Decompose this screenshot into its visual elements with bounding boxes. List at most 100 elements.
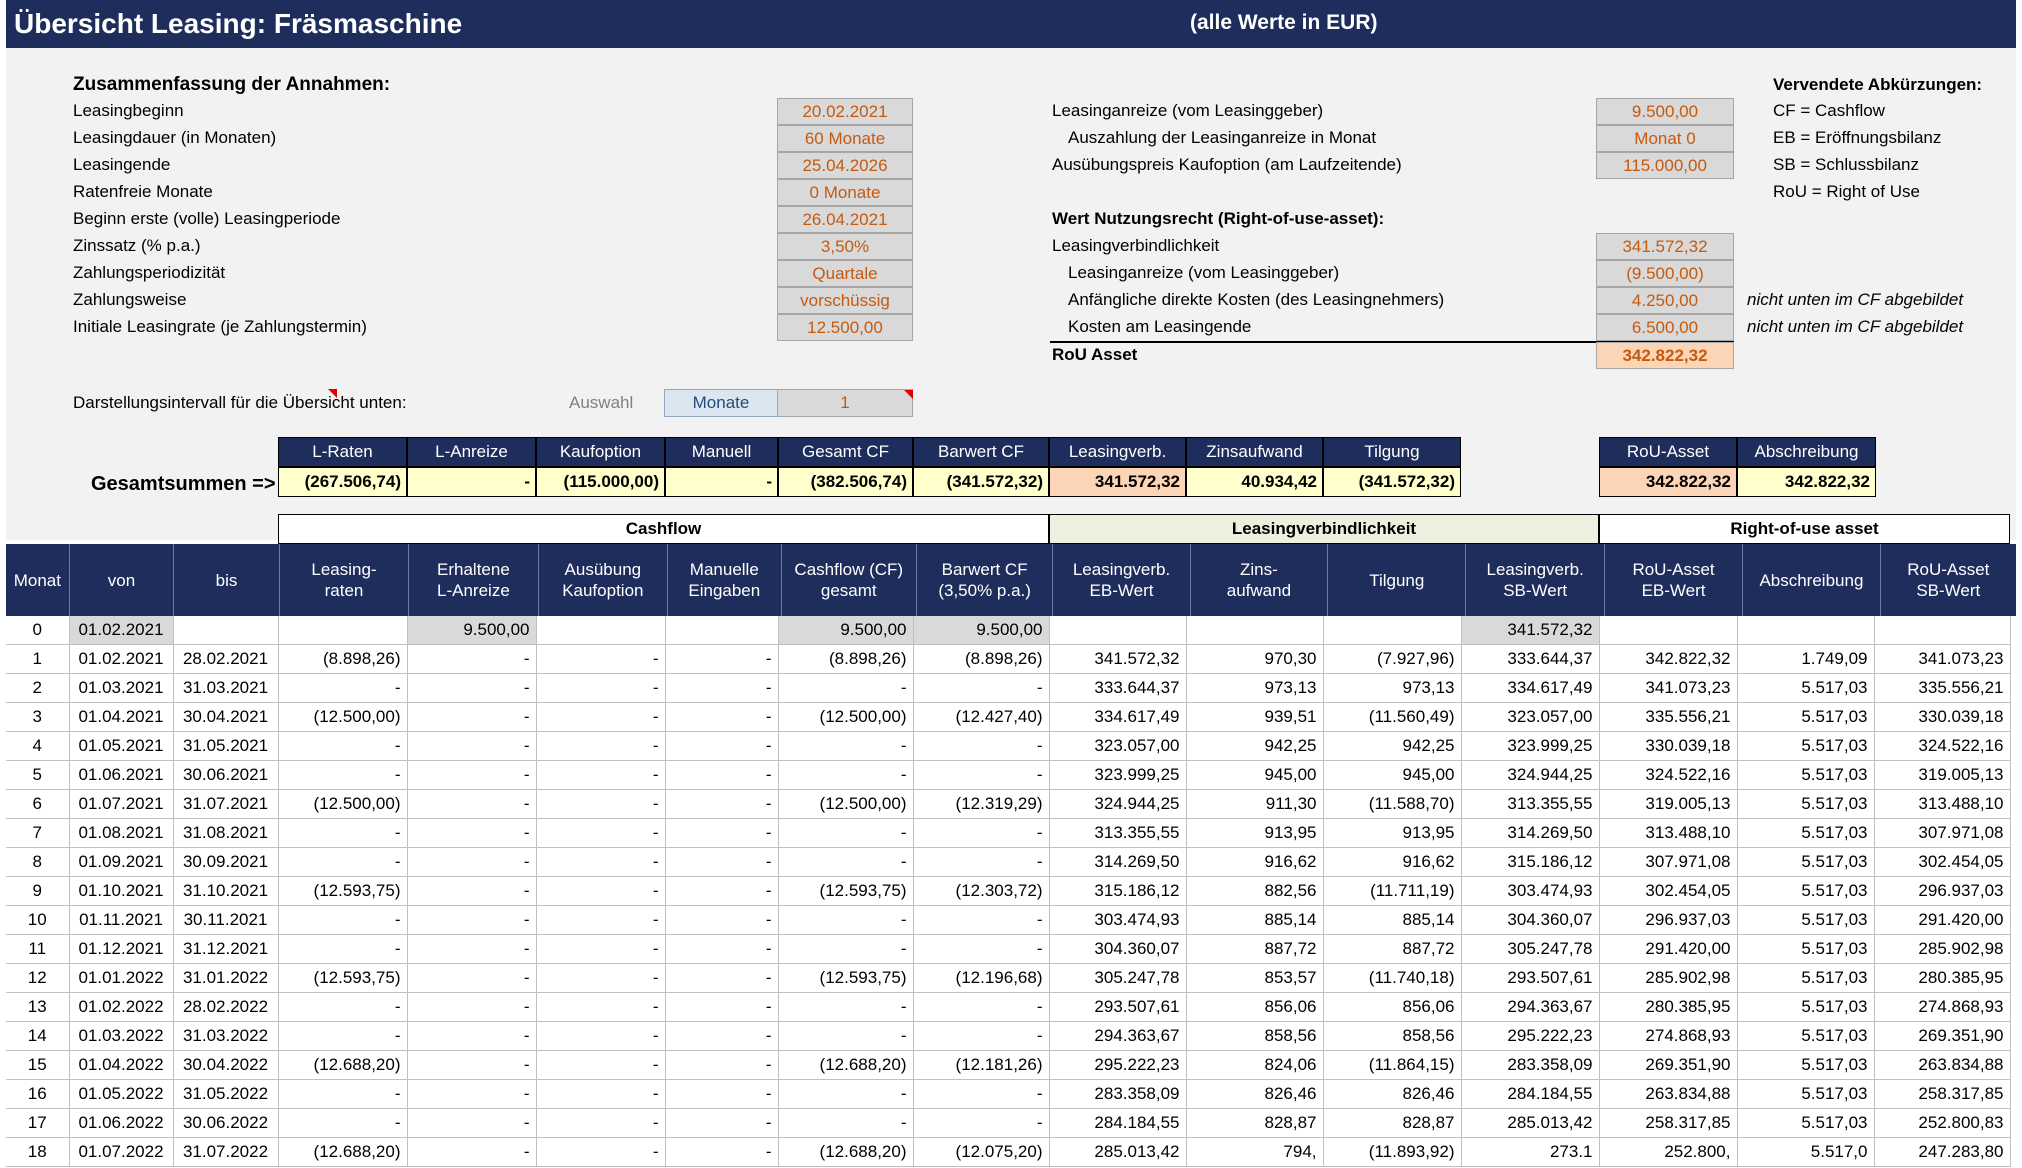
table-cell[interactable]: 5.517,03 [1737, 876, 1875, 906]
table-cell[interactable]: 283.358,09 [1049, 1079, 1187, 1109]
table-cell[interactable]: 01.07.2021 [69, 789, 174, 819]
table-cell[interactable]: 828,87 [1186, 1108, 1324, 1138]
table-cell[interactable]: - [665, 789, 779, 819]
table-cell[interactable] [1186, 616, 1324, 645]
table-cell[interactable]: 9.500,00 [407, 616, 537, 645]
table-cell[interactable]: 942,25 [1186, 731, 1324, 761]
table-cell[interactable]: 828,87 [1323, 1108, 1462, 1138]
table-cell[interactable]: 285.013,42 [1461, 1108, 1600, 1138]
table-cell[interactable]: 5.517,03 [1737, 992, 1875, 1022]
table-cell[interactable]: 01.02.2021 [69, 644, 174, 674]
assumption-value-input[interactable]: 12.500,00 [777, 314, 913, 341]
table-cell[interactable]: 269.351,90 [1874, 1021, 2011, 1051]
table-cell[interactable]: - [665, 644, 779, 674]
table-cell[interactable]: 307.971,08 [1599, 847, 1738, 877]
table-cell[interactable]: - [913, 760, 1050, 790]
table-cell[interactable]: (12.593,75) [778, 876, 914, 906]
table-cell[interactable]: - [665, 847, 779, 877]
table-cell[interactable]: (12.319,29) [913, 789, 1050, 819]
table-cell[interactable]: 303.474,93 [1049, 905, 1187, 935]
table-cell[interactable]: 284.184,55 [1461, 1079, 1600, 1109]
table-cell[interactable]: 970,30 [1186, 644, 1324, 674]
table-cell[interactable]: 283.358,09 [1461, 1050, 1600, 1080]
comment-indicator-icon[interactable] [328, 389, 337, 398]
table-cell[interactable]: 274.868,93 [1874, 992, 2011, 1022]
table-cell[interactable]: 335.556,21 [1599, 702, 1738, 732]
table-cell[interactable]: 01.09.2021 [69, 847, 174, 877]
table-cell[interactable]: 5.517,03 [1737, 818, 1875, 848]
table-cell[interactable]: 9.500,00 [913, 616, 1050, 645]
table-cell[interactable]: 8 [6, 847, 70, 877]
table-cell[interactable]: (12.500,00) [278, 702, 408, 732]
table-cell[interactable]: 5.517,03 [1737, 905, 1875, 935]
table-cell[interactable]: 315.186,12 [1049, 876, 1187, 906]
table-cell[interactable]: - [278, 1079, 408, 1109]
table-cell[interactable]: 973,13 [1323, 673, 1462, 703]
table-cell[interactable]: - [665, 702, 779, 732]
table-cell[interactable]: - [278, 1108, 408, 1138]
table-cell[interactable]: (11.864,15) [1323, 1050, 1462, 1080]
table-cell[interactable]: 313.355,55 [1049, 818, 1187, 848]
interval-value-input[interactable]: 1 [777, 389, 913, 417]
table-cell[interactable]: 1.749,09 [1737, 644, 1875, 674]
table-cell[interactable]: 945,00 [1323, 760, 1462, 790]
table-cell[interactable]: 330.039,18 [1874, 702, 2011, 732]
table-cell[interactable]: - [278, 760, 408, 790]
table-cell[interactable]: 15 [6, 1050, 70, 1080]
table-cell[interactable]: 252.800,83 [1874, 1108, 2011, 1138]
table-cell[interactable]: (12.181,26) [913, 1050, 1050, 1080]
table-cell[interactable]: (12.688,20) [778, 1137, 914, 1167]
table-cell[interactable]: - [665, 760, 779, 790]
table-cell[interactable]: 913,95 [1186, 818, 1324, 848]
table-cell[interactable]: - [536, 905, 666, 935]
table-cell[interactable]: - [278, 847, 408, 877]
table-cell[interactable]: 01.04.2022 [69, 1050, 174, 1080]
table-cell[interactable]: - [278, 1021, 408, 1051]
table-cell[interactable]: 285.902,98 [1599, 963, 1738, 993]
table-cell[interactable]: - [665, 934, 779, 964]
table-cell[interactable]: - [407, 789, 537, 819]
table-cell[interactable]: 280.385,95 [1599, 992, 1738, 1022]
table-cell[interactable]: - [913, 934, 1050, 964]
table-cell[interactable]: 01.03.2021 [69, 673, 174, 703]
table-cell[interactable]: 3 [6, 702, 70, 732]
table-cell[interactable]: 14 [6, 1021, 70, 1051]
table-cell[interactable]: - [407, 1079, 537, 1109]
table-cell[interactable]: 319.005,13 [1599, 789, 1738, 819]
table-cell[interactable]: 5.517,03 [1737, 847, 1875, 877]
table-cell[interactable]: 28.02.2022 [173, 992, 279, 1022]
table-cell[interactable]: 01.02.2022 [69, 992, 174, 1022]
table-cell[interactable]: - [536, 1108, 666, 1138]
table-cell[interactable]: (8.898,26) [913, 644, 1050, 674]
table-cell[interactable]: (11.560,49) [1323, 702, 1462, 732]
table-cell[interactable]: 291.420,00 [1874, 905, 2011, 935]
table-cell[interactable]: (11.740,18) [1323, 963, 1462, 993]
table-cell[interactable]: 28.02.2021 [173, 644, 279, 674]
table-cell[interactable]: - [536, 963, 666, 993]
table-cell[interactable]: 341.073,23 [1874, 644, 2011, 674]
table-cell[interactable]: 5.517,03 [1737, 1050, 1875, 1080]
table-cell[interactable]: 334.617,49 [1049, 702, 1187, 732]
table-cell[interactable] [1323, 616, 1462, 645]
table-cell[interactable]: (12.593,75) [278, 963, 408, 993]
table-cell[interactable]: 01.04.2021 [69, 702, 174, 732]
table-cell[interactable]: - [407, 905, 537, 935]
table-cell[interactable]: - [665, 992, 779, 1022]
assumption-value-input[interactable]: vorschüssig [777, 287, 913, 314]
table-cell[interactable] [665, 616, 779, 645]
table-cell[interactable]: - [536, 644, 666, 674]
table-cell[interactable]: - [913, 1021, 1050, 1051]
table-cell[interactable]: 303.474,93 [1461, 876, 1600, 906]
table-cell[interactable]: - [665, 1050, 779, 1080]
table-cell[interactable]: - [407, 934, 537, 964]
table-cell[interactable]: - [536, 876, 666, 906]
table-cell[interactable]: 17 [6, 1108, 70, 1138]
table-cell[interactable]: - [407, 731, 537, 761]
incentive-value-input[interactable]: 115.000,00 [1596, 152, 1734, 179]
table-cell[interactable]: - [665, 1108, 779, 1138]
table-cell[interactable]: - [407, 876, 537, 906]
assumption-value-input[interactable]: 20.02.2021 [777, 98, 913, 125]
table-cell[interactable]: 323.999,25 [1461, 731, 1600, 761]
table-cell[interactable]: 916,62 [1323, 847, 1462, 877]
table-cell[interactable]: (11.588,70) [1323, 789, 1462, 819]
